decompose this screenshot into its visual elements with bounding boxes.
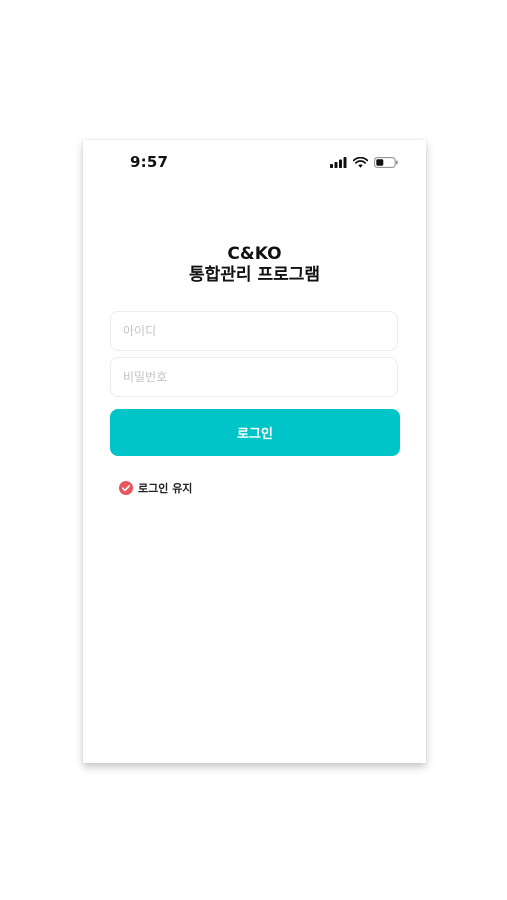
login-button[interactable]: 로그인 (110, 409, 400, 456)
signal-icon (330, 156, 347, 168)
app-title-subtitle: 통합관리 프로그램 (188, 265, 321, 285)
check-circle-icon[interactable] (119, 481, 133, 495)
password-input[interactable] (110, 357, 398, 397)
battery-icon (374, 156, 398, 168)
wifi-icon (353, 156, 368, 168)
keep-login-label: 로그인 유지 (138, 482, 193, 495)
status-bar: 9:57 (83, 140, 426, 184)
app-title-brand: C&KO (227, 244, 282, 264)
app-title: C&KO 통합관리 프로그램 (83, 244, 426, 286)
phone-screen: 9:57 C&KO 통합관리 프로그램 로그인 (83, 140, 426, 763)
id-input[interactable] (110, 311, 398, 351)
status-icons (330, 155, 398, 169)
status-time: 9:57 (130, 153, 169, 171)
keep-login-checkbox[interactable]: 로그인 유지 (119, 480, 192, 496)
